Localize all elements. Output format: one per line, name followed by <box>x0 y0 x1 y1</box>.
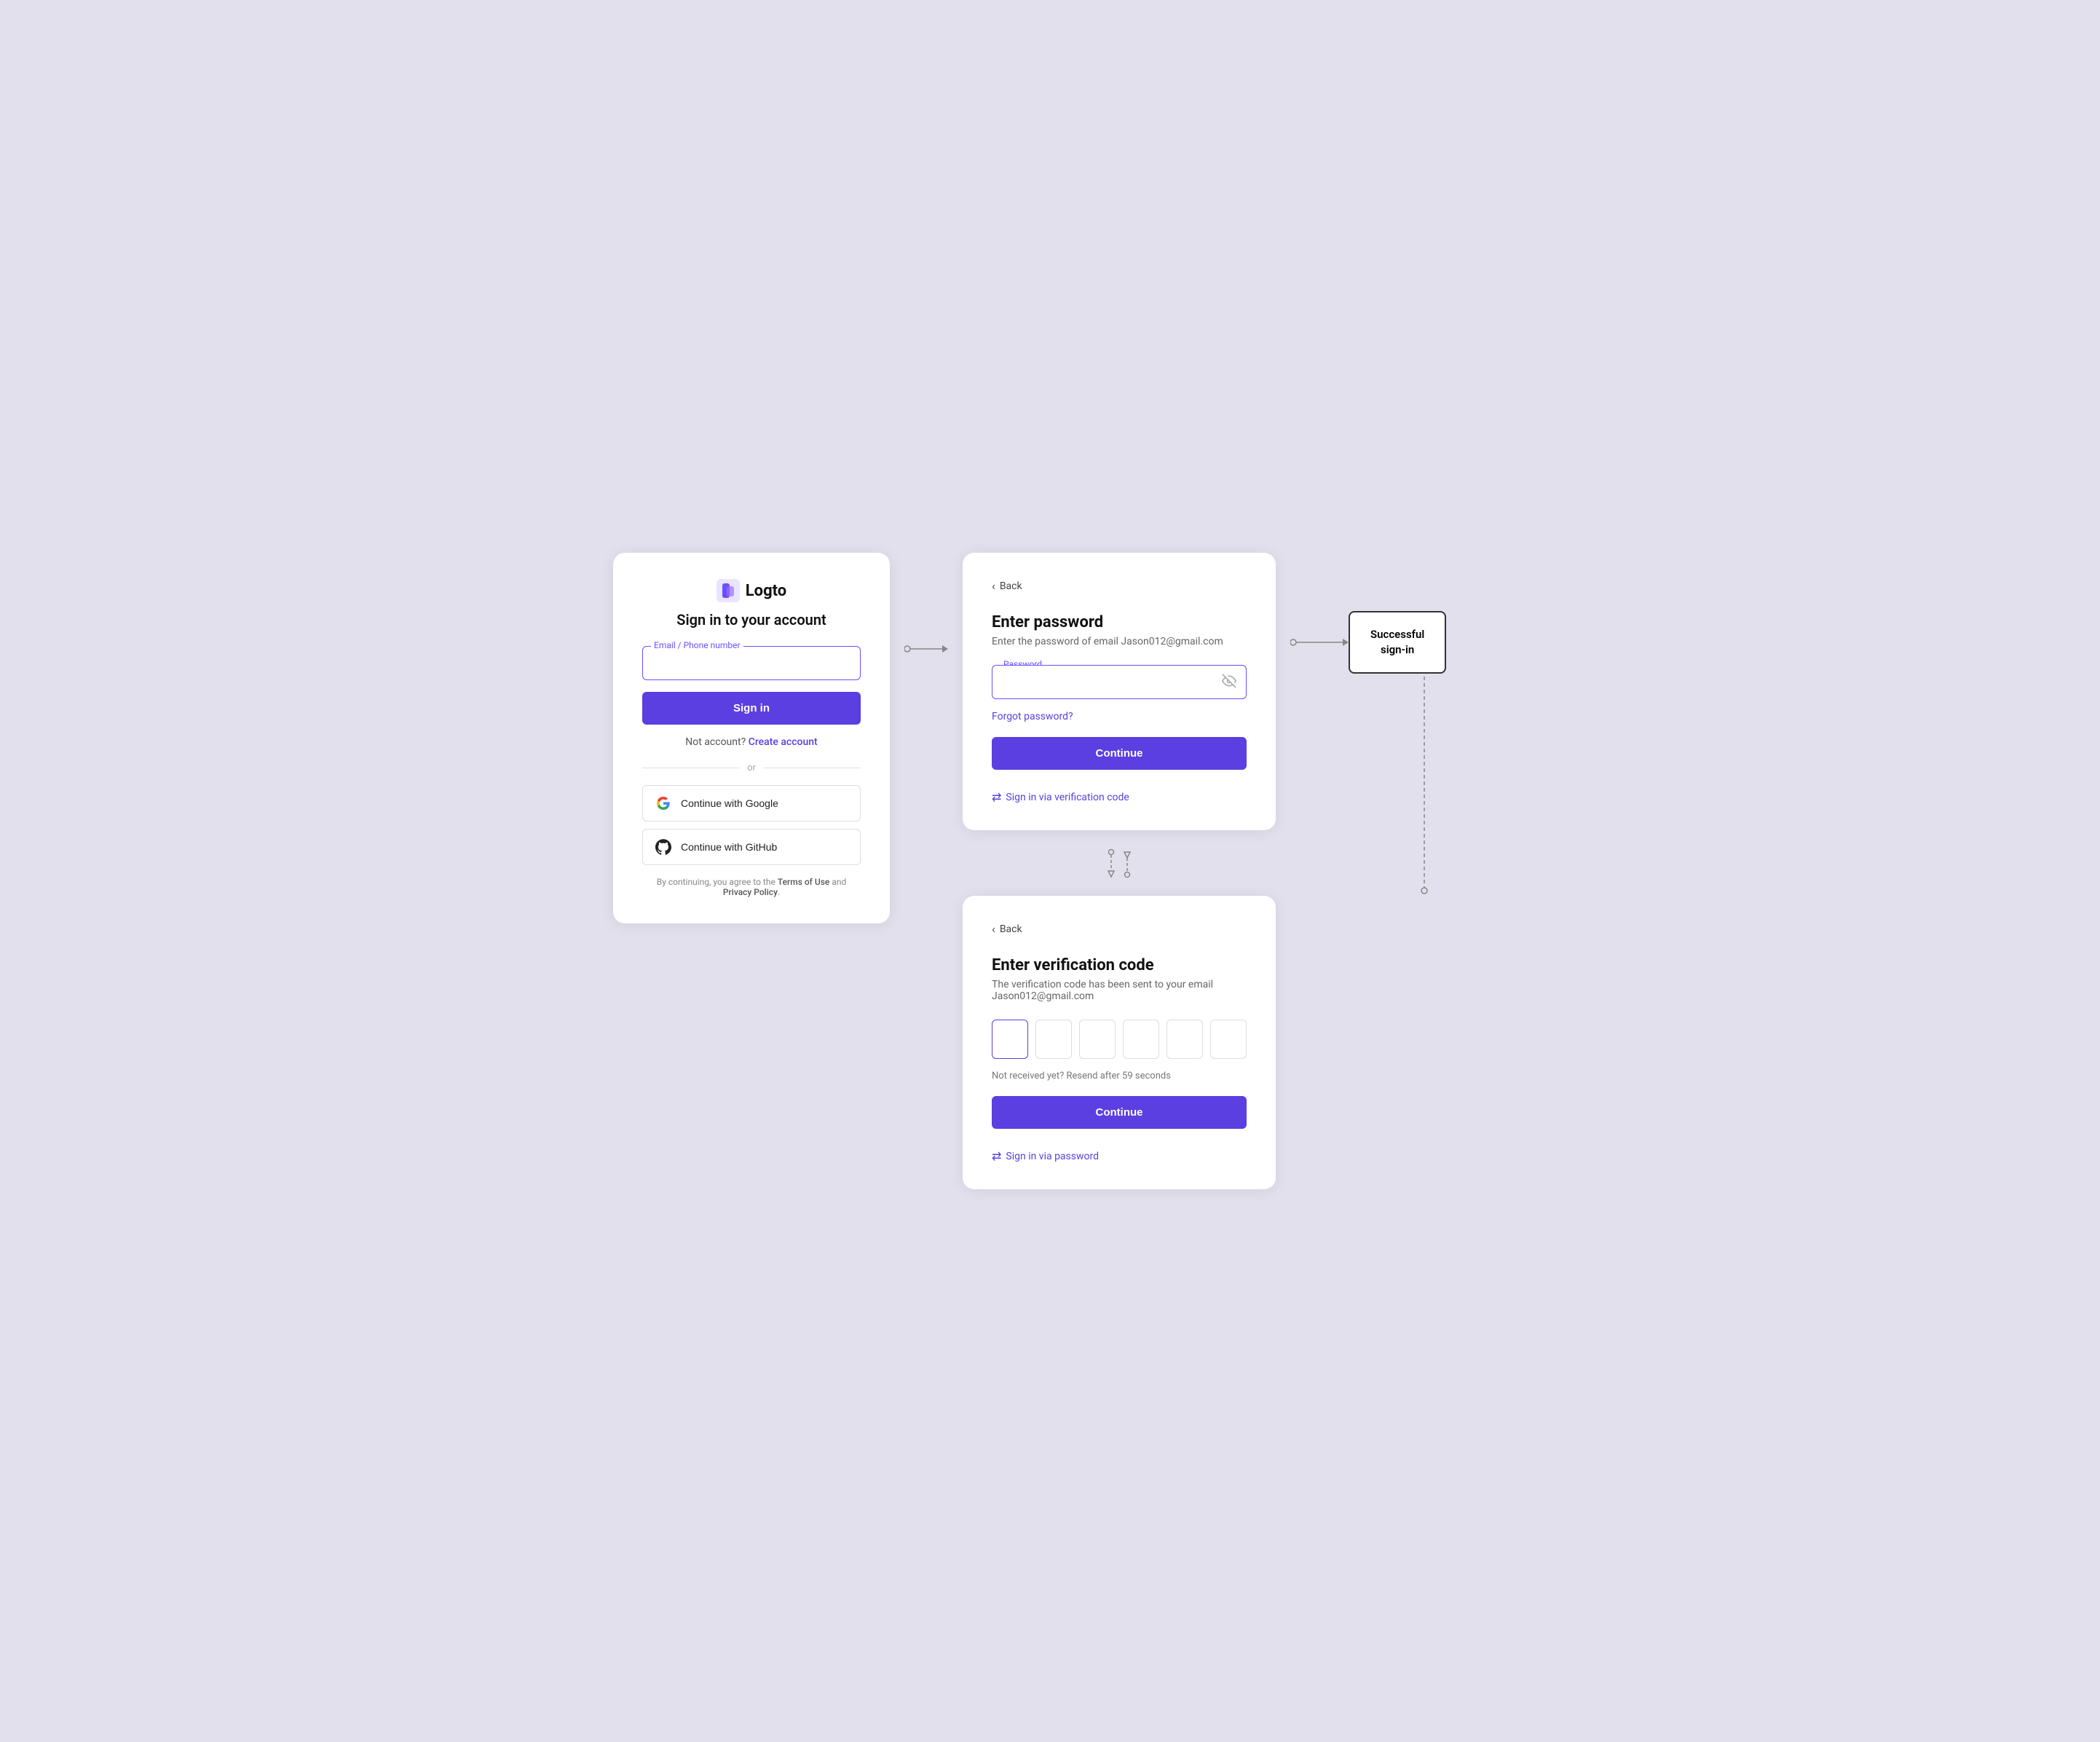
verification-title: Enter verification code <box>992 956 1247 974</box>
github-icon <box>655 838 672 856</box>
code-inputs-group <box>992 1020 1247 1059</box>
google-icon <box>655 795 672 812</box>
code-input-1[interactable] <box>992 1020 1028 1059</box>
password-title: Enter password <box>992 613 1247 631</box>
logo-text: Logto <box>746 582 786 600</box>
privacy-policy-link[interactable]: Privacy Policy <box>723 887 778 897</box>
back-chevron-icon: ‹ <box>992 579 995 593</box>
password-card: ‹ Back Enter password Enter the password… <box>963 553 1276 830</box>
switch-to-verification-link[interactable]: ⇄ Sign in via verification code <box>992 790 1247 804</box>
success-box: Successful sign-in <box>1349 611 1446 674</box>
password-input-group: Password <box>992 665 1247 699</box>
verification-card: ‹ Back Enter verification code The verif… <box>963 896 1276 1189</box>
switch-icon: ⇄ <box>992 790 1001 804</box>
verification-continue-button[interactable]: Continue <box>992 1096 1247 1129</box>
email-input-group: Email / Phone number <box>642 646 861 680</box>
password-input-wrapper <box>992 665 1247 699</box>
h-connector-2-wrapper: Successful sign-in <box>1290 611 1446 674</box>
toggle-password-icon[interactable] <box>1222 674 1236 691</box>
terms-of-use-link[interactable]: Terms of Use <box>778 877 830 887</box>
success-line2: sign-in <box>1370 642 1424 658</box>
dashed-connector <box>1290 677 1446 895</box>
right-area: Successful sign-in <box>1290 611 1446 895</box>
dashed-v-connector <box>1417 677 1432 895</box>
verification-back-chevron-icon: ‹ <box>992 922 995 936</box>
v-connector <box>963 845 1276 881</box>
github-button-label: Continue with GitHub <box>681 841 777 853</box>
password-back-link[interactable]: ‹ Back <box>992 579 1247 593</box>
code-input-5[interactable] <box>1167 1020 1203 1059</box>
password-subtitle: Enter the password of email Jason012@gma… <box>992 636 1247 647</box>
password-continue-button[interactable]: Continue <box>992 737 1247 770</box>
continue-with-github-button[interactable]: Continue with GitHub <box>642 829 861 865</box>
google-button-label: Continue with Google <box>681 797 778 809</box>
verification-back-link[interactable]: ‹ Back <box>992 922 1247 936</box>
email-input[interactable] <box>642 646 861 680</box>
success-line1: Successful <box>1370 627 1424 642</box>
terms-text: By continuing, you agree to the Terms of… <box>642 877 861 897</box>
code-input-6[interactable] <box>1210 1020 1247 1059</box>
logto-logo-icon <box>717 579 740 602</box>
h-connector-2 <box>1290 634 1349 651</box>
password-input[interactable] <box>992 665 1247 699</box>
create-account-link[interactable]: Create account <box>749 736 818 748</box>
resend-text: Not received yet? Resend after 59 second… <box>992 1071 1247 1081</box>
signin-card: Logto Sign in to your account Email / Ph… <box>613 553 890 923</box>
or-divider: or <box>642 762 861 773</box>
switch-to-password-icon: ⇄ <box>992 1149 1001 1163</box>
signin-button[interactable]: Sign in <box>642 692 861 725</box>
logo-area: Logto <box>642 579 861 602</box>
code-input-2[interactable] <box>1035 1020 1072 1059</box>
code-input-3[interactable] <box>1079 1020 1116 1059</box>
h-connector-1 <box>904 640 948 658</box>
continue-with-google-button[interactable]: Continue with Google <box>642 785 861 821</box>
switch-to-password-link[interactable]: ⇄ Sign in via password <box>992 1149 1247 1163</box>
signin-title: Sign in to your account <box>642 611 861 628</box>
forgot-password-link[interactable]: Forgot password? <box>992 711 1247 722</box>
code-input-4[interactable] <box>1123 1020 1159 1059</box>
verification-subtitle: The verification code has been sent to y… <box>992 979 1247 1002</box>
no-account-text: Not account? Create account <box>642 736 861 748</box>
